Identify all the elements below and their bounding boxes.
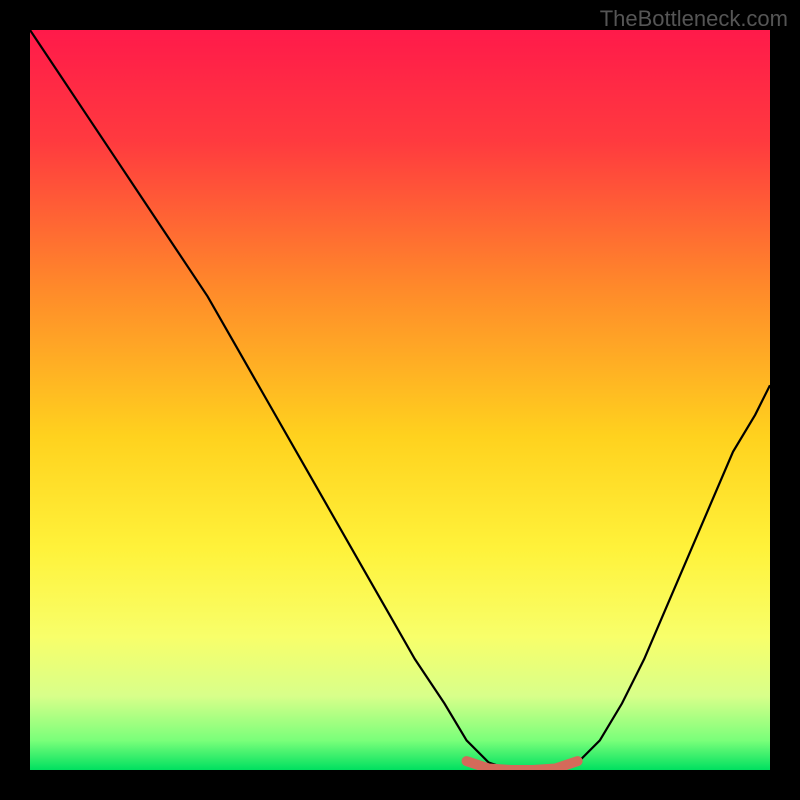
watermark-text: TheBottleneck.com: [600, 6, 788, 32]
chart-frame: [30, 30, 770, 770]
bottleneck-chart: [30, 30, 770, 770]
gradient-background: [30, 30, 770, 770]
